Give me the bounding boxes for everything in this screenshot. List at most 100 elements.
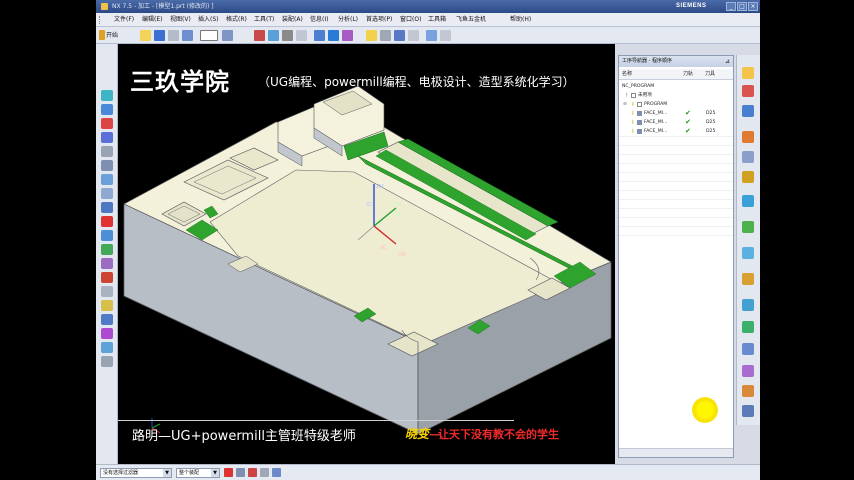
- cut-icon[interactable]: [168, 30, 179, 41]
- menu-tools[interactable]: 工具(T): [254, 13, 274, 27]
- trim-body-icon[interactable]: [101, 342, 113, 353]
- replace-face-icon[interactable]: [101, 314, 113, 325]
- chamfer-icon[interactable]: [101, 216, 113, 227]
- menu-analysis[interactable]: 分析(L): [338, 13, 358, 27]
- create-geometry-icon[interactable]: [742, 105, 754, 117]
- snap-icon[interactable]: [380, 30, 391, 41]
- tree-row[interactable]: ⚷ FACE_MI... ✔ D25: [619, 127, 733, 136]
- navigator-hscrollbar[interactable]: [619, 448, 733, 457]
- nx-window: NX 7.5 - 加工 - [模型1.prt (修改的) ] SIEMENS _…: [96, 0, 760, 480]
- generate-toolpath-icon[interactable]: [394, 30, 405, 41]
- create-tool-icon[interactable]: [742, 85, 754, 97]
- select-icon[interactable]: [366, 30, 377, 41]
- tree-row[interactable]: ├ 未用项: [619, 91, 733, 100]
- geometry-view-icon[interactable]: [742, 221, 754, 233]
- maximize-button[interactable]: □: [737, 2, 747, 11]
- row-divider: [619, 235, 733, 236]
- analysis-icon[interactable]: [342, 30, 353, 41]
- wcs-icon[interactable]: [314, 30, 325, 41]
- nav-hd3d-icon[interactable]: [101, 132, 113, 143]
- nav-roles-icon[interactable]: [101, 188, 113, 199]
- post-process-icon[interactable]: [742, 365, 754, 377]
- column-name[interactable]: 名称: [622, 69, 632, 80]
- tree-row[interactable]: NC_PROGRAM: [619, 82, 733, 91]
- menu-toolbox[interactable]: 工具箱: [428, 13, 446, 27]
- layer-icon[interactable]: [282, 30, 293, 41]
- close-button[interactable]: ×: [748, 2, 758, 11]
- measure-icon[interactable]: [101, 258, 113, 269]
- shaded-icon[interactable]: [268, 30, 279, 41]
- menu-window[interactable]: 窗口(O): [400, 13, 421, 27]
- delete-face-icon[interactable]: [101, 328, 113, 339]
- menu-assembly[interactable]: 装配(A): [282, 13, 303, 27]
- copy-icon[interactable]: [182, 30, 193, 41]
- output-cls-icon[interactable]: [742, 405, 754, 417]
- menu-gripper: [99, 16, 101, 24]
- shop-docs-icon[interactable]: [440, 30, 451, 41]
- selection-scope-dropdown[interactable]: 整个装配 ▼: [176, 468, 220, 478]
- nav-system-icon[interactable]: [101, 174, 113, 185]
- column-toolpath[interactable]: 刀轨: [683, 69, 693, 80]
- create-method-icon[interactable]: [742, 131, 754, 143]
- curve-rule-icon[interactable]: [236, 468, 245, 477]
- info-icon[interactable]: [101, 230, 113, 241]
- menu-format[interactable]: 格式(R): [226, 13, 247, 27]
- type-filter-dropdown[interactable]: 没有选择过滤器 ▼: [100, 468, 172, 478]
- shop-document-icon[interactable]: [742, 385, 754, 397]
- column-tool[interactable]: 刀具: [705, 69, 715, 80]
- nav-history-icon[interactable]: [101, 160, 113, 171]
- create-program-icon[interactable]: [742, 67, 754, 79]
- menu-insert[interactable]: 插入(S): [198, 13, 219, 27]
- select-all-icon[interactable]: [248, 468, 257, 477]
- axis-label-zc: ZC: [366, 202, 373, 208]
- method-view-icon[interactable]: [742, 247, 754, 259]
- edge-blend-icon[interactable]: [101, 202, 113, 213]
- menu-view[interactable]: 视图(V): [170, 13, 191, 27]
- nav-reuse-icon[interactable]: [101, 118, 113, 129]
- create-operation-icon[interactable]: [742, 151, 754, 163]
- replay-icon[interactable]: [742, 299, 754, 311]
- tree-row[interactable]: ⊖ ⚷ PROGRAM: [619, 100, 733, 109]
- new-file-icon[interactable]: [140, 30, 151, 41]
- menu-preferences[interactable]: 首选项(P): [366, 13, 392, 27]
- menu-info[interactable]: 信息(I): [310, 13, 328, 27]
- menu-bar: 文件(F) 编辑(E) 视图(V) 插入(S) 格式(R) 工具(T) 装配(A…: [96, 13, 760, 27]
- verify-icon[interactable]: [408, 30, 419, 41]
- menu-help[interactable]: 帮助(H): [510, 13, 531, 27]
- machine-tool-view-icon[interactable]: [742, 195, 754, 207]
- pin-icon[interactable]: ⊿: [725, 56, 730, 67]
- display-mode-dropdown[interactable]: [200, 30, 218, 41]
- quick-pick-icon[interactable]: [272, 468, 281, 477]
- program-order-view-icon[interactable]: [742, 171, 754, 183]
- graphics-window[interactable]: ZM ZC YM YC XC XM 三玖学院 （UG编程、powermill编程…: [118, 44, 615, 464]
- deselect-icon[interactable]: [260, 468, 269, 477]
- minimize-button[interactable]: _: [726, 2, 736, 11]
- tree-row[interactable]: ⚷ FACE_MI... ✔ D25: [619, 109, 733, 118]
- postprocess-icon[interactable]: [426, 30, 437, 41]
- caption-divider: [118, 420, 514, 421]
- move-face-icon[interactable]: [101, 286, 113, 297]
- offset-face-icon[interactable]: [101, 300, 113, 311]
- hole-icon[interactable]: [101, 272, 113, 283]
- tree-row[interactable]: ⚷ FACE_MI... ✔ D25: [619, 118, 733, 127]
- dynamic-wcs-icon[interactable]: [328, 30, 339, 41]
- operation-navigator: 工序导航器 - 程序顺序 ⊿ 名称 刀轨 刀具 NC_PROGRAM ├ 未用项…: [618, 55, 734, 458]
- list-toolpath-icon[interactable]: [742, 343, 754, 355]
- extrude-icon[interactable]: [101, 244, 113, 255]
- collapse-icon[interactable]: ⊖: [623, 100, 627, 109]
- view-orient-icon[interactable]: [222, 30, 233, 41]
- render-style-icon[interactable]: [254, 30, 265, 41]
- menu-edit[interactable]: 编辑(E): [142, 13, 162, 27]
- menu-feiyu[interactable]: 飞鱼五金机: [456, 13, 486, 27]
- nav-part-icon[interactable]: [101, 104, 113, 115]
- divide-face-icon[interactable]: [101, 356, 113, 367]
- nav-web-icon[interactable]: [101, 146, 113, 157]
- nav-assembly-icon[interactable]: [101, 90, 113, 101]
- menu-file[interactable]: 文件(F): [114, 13, 134, 27]
- snap-point-icon[interactable]: [224, 468, 233, 477]
- save-icon[interactable]: [154, 30, 165, 41]
- start-button[interactable]: 开始: [106, 30, 118, 39]
- show-hide-icon[interactable]: [296, 30, 307, 41]
- verify-toolpath-icon[interactable]: [742, 321, 754, 333]
- generate-icon[interactable]: [742, 273, 754, 285]
